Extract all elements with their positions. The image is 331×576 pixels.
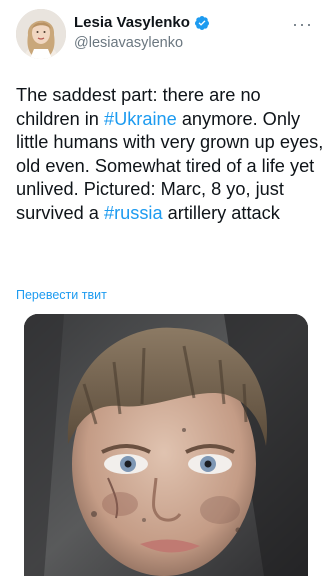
translate-tweet-link[interactable]: Перевести твит [16, 288, 107, 302]
verified-badge-icon [194, 15, 210, 31]
avatar-image [16, 9, 66, 59]
tweet: Lesia Vasylenko @lesiavasylenko ··· The … [0, 0, 331, 576]
tweet-text-part3: artillery attack [162, 202, 280, 223]
tweet-text: The saddest part: there are no children … [16, 84, 324, 226]
tweet-header: Lesia Vasylenko @lesiavasylenko ··· [16, 9, 317, 59]
photo-child-portrait [24, 314, 308, 576]
hashtag-ukraine[interactable]: #Ukraine [104, 109, 177, 129]
tweet-photo[interactable] [24, 314, 308, 576]
author-name-row: Lesia Vasylenko [74, 14, 210, 31]
author-name[interactable]: Lesia Vasylenko [74, 14, 190, 31]
avatar[interactable] [16, 9, 66, 59]
author-handle[interactable]: @lesiavasylenko [74, 35, 210, 51]
author-info: Lesia Vasylenko @lesiavasylenko [74, 14, 210, 51]
more-options-icon[interactable]: ··· [292, 15, 313, 33]
hashtag-russia[interactable]: #russia [104, 203, 163, 223]
